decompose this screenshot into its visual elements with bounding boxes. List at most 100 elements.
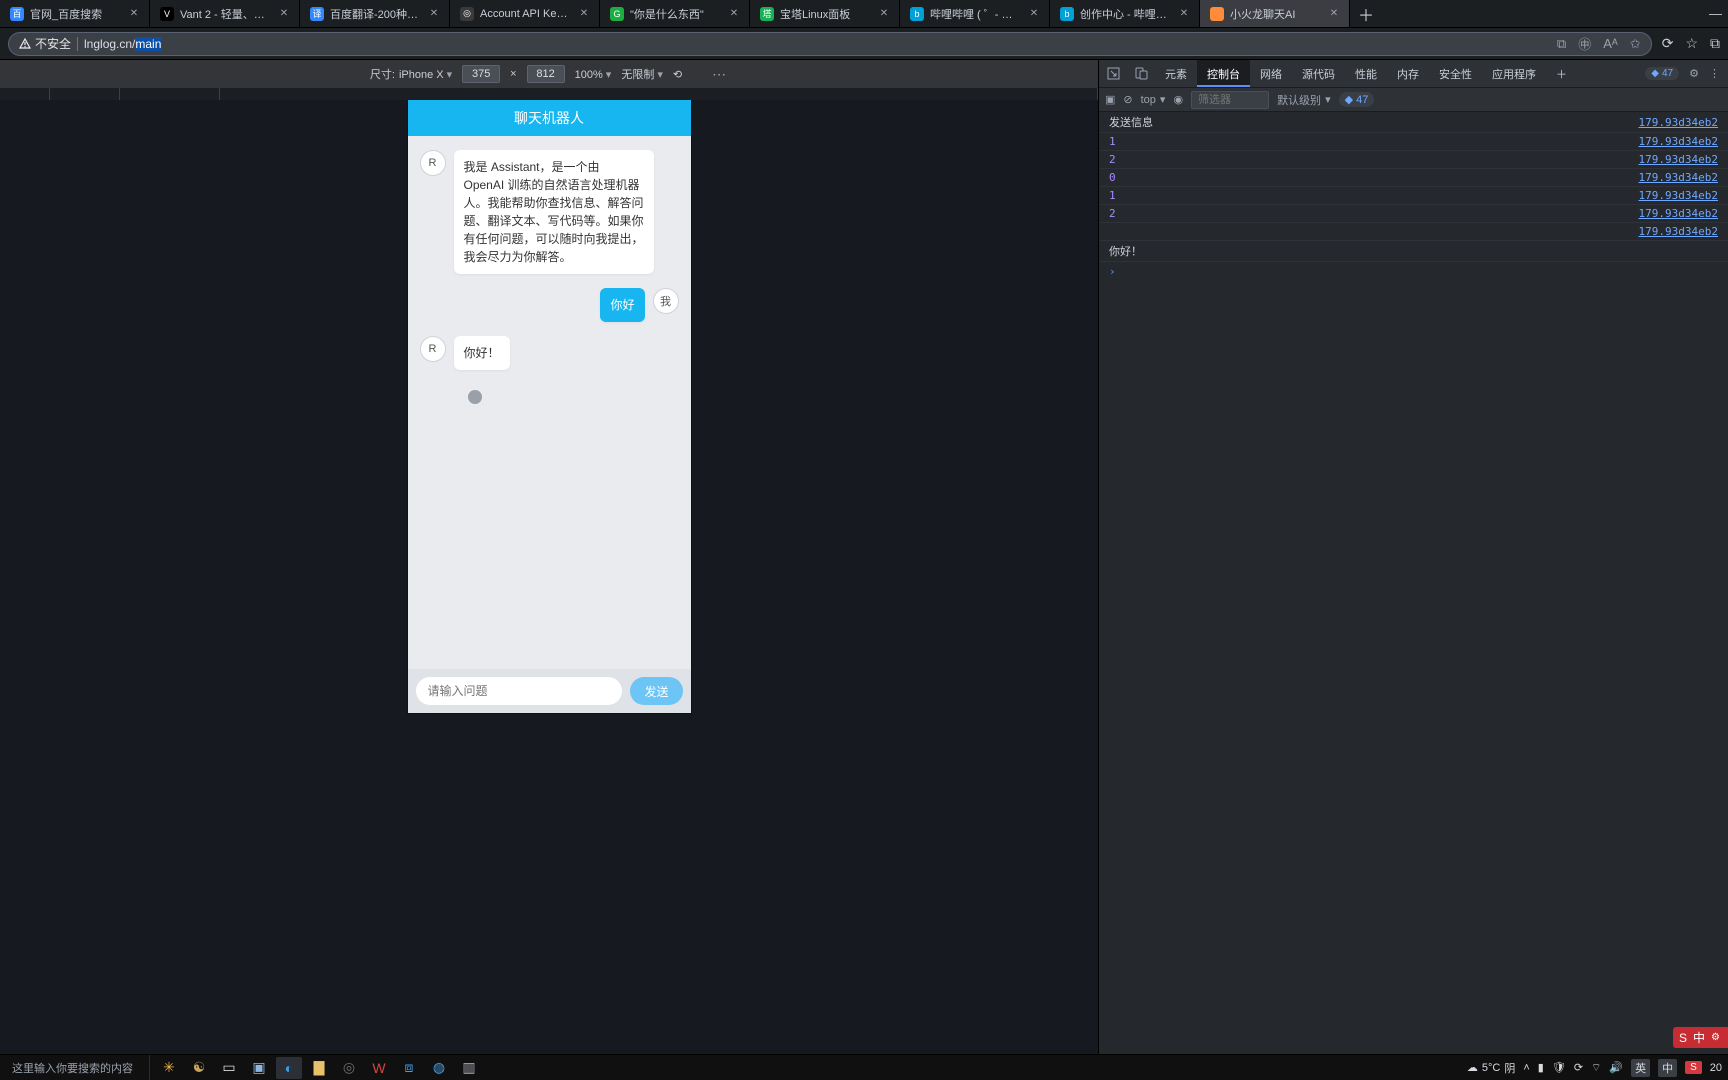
live-expr-icon[interactable]: ◉ (1173, 93, 1183, 106)
tray-shield-icon[interactable]: 🛡 (1552, 1061, 1566, 1074)
close-icon[interactable]: ✕ (727, 7, 741, 21)
device-height-input[interactable] (527, 65, 565, 83)
console-prompt[interactable]: › (1099, 262, 1728, 281)
chat-scroll[interactable]: R我是 Assistant，是一个由 OpenAI 训练的自然语言处理机器人。我… (408, 136, 691, 669)
device-width-input[interactable] (462, 65, 500, 83)
favorites-icon[interactable]: ✩ (1630, 36, 1641, 52)
wps-icon[interactable]: W (366, 1057, 392, 1079)
browser-tab[interactable]: ◎Account API Keys - Open✕ (450, 0, 600, 27)
favorites-bar-icon[interactable]: ☆ (1685, 35, 1698, 52)
close-icon[interactable]: ✕ (577, 7, 591, 21)
ime-sogou-icon[interactable]: S (1685, 1061, 1702, 1074)
log-source-link[interactable]: 179.93d34eb2 (1639, 116, 1718, 129)
toggle-device-icon[interactable] (1127, 67, 1155, 80)
refresh-icon[interactable]: ⟳ (1662, 35, 1674, 52)
close-icon[interactable]: ✕ (877, 7, 891, 21)
folder-icon[interactable]: ▇ (306, 1057, 332, 1079)
sidebar-toggle-icon[interactable]: ▣ (1105, 93, 1115, 106)
devtools-tab-应用程序[interactable]: 应用程序 (1482, 60, 1546, 87)
inspect-icon[interactable] (1099, 67, 1127, 80)
devtools-settings-icon[interactable]: ⚙ (1689, 67, 1699, 80)
taskbar-search[interactable]: 这里输入你要搜索的内容 (0, 1055, 150, 1080)
devtools-dock-icon[interactable]: ⋮ (1709, 67, 1720, 80)
browser-tab[interactable]: b创作中心 - 哔哩哔哩弹幕✕ (1050, 0, 1200, 27)
message-input[interactable] (416, 677, 623, 705)
window-min-icon[interactable]: — (1709, 6, 1722, 21)
workbench: 尺寸: iPhone X × 100% 无限制 ⟲ ⋯ 聊天机器人 R我是 As… (0, 60, 1728, 1054)
device-select[interactable]: iPhone X (399, 68, 452, 81)
more-tabs-button[interactable]: ＋ (1546, 60, 1577, 87)
ime-floating-pill[interactable]: S 中 ⚙ (1673, 1027, 1728, 1048)
devtools-tab-元素[interactable]: 元素 (1155, 60, 1197, 87)
devtools-tab-性能[interactable]: 性能 (1345, 60, 1387, 87)
tray-volume-icon[interactable]: 🔊 (1609, 1061, 1623, 1074)
browser-tab[interactable]: 塔宝塔Linux面板✕ (750, 0, 900, 27)
close-icon[interactable]: ✕ (1027, 7, 1041, 21)
close-icon[interactable]: ✕ (277, 7, 291, 21)
ime-lang-1[interactable]: 英 (1631, 1059, 1650, 1077)
devtools-tab-内存[interactable]: 内存 (1387, 60, 1429, 87)
browser-tab[interactable]: 小火龙聊天AI✕ (1200, 0, 1350, 27)
devtools-tab-源代码[interactable]: 源代码 (1292, 60, 1345, 87)
devtools-tab-安全性[interactable]: 安全性 (1429, 60, 1482, 87)
devtools-tab-网络[interactable]: 网络 (1250, 60, 1292, 87)
log-source-link[interactable]: 179.93d34eb2 (1639, 189, 1718, 202)
devtools-tab-控制台[interactable]: 控制台 (1197, 60, 1250, 87)
app-header: 聊天机器人 (408, 100, 691, 136)
log-text: 2 (1109, 153, 1116, 166)
device-toolbar-more-icon[interactable]: ⋯ (712, 66, 728, 83)
tray-wifi-icon[interactable]: ⌔ (1591, 1061, 1601, 1075)
tray-charge-icon[interactable]: ▮ (1538, 1061, 1544, 1074)
notepad-icon[interactable]: ▥ (456, 1057, 482, 1079)
ime-pill-gear-icon[interactable]: ⚙ (1711, 1032, 1720, 1043)
browser-tab[interactable]: VVant 2 - 轻量、可靠的移✕ (150, 0, 300, 27)
collections-icon[interactable]: ⧉ (1710, 35, 1720, 52)
log-source-link[interactable]: 179.93d34eb2 (1639, 225, 1718, 238)
taskview-icon[interactable]: ▭ (216, 1057, 242, 1079)
app-icon-3[interactable]: ◎ (336, 1057, 362, 1079)
log-level-select[interactable]: 默认级别 ▾ (1277, 92, 1331, 108)
chat-message: R我是 Assistant，是一个由 OpenAI 训练的自然语言处理机器人。我… (420, 150, 679, 274)
app-icon-4[interactable]: ◍ (426, 1057, 452, 1079)
close-icon[interactable]: ✕ (1177, 7, 1191, 21)
context-select[interactable]: top ▾ (1141, 93, 1166, 106)
filter-input[interactable] (1191, 91, 1269, 109)
ime-lang-2[interactable]: 中 (1658, 1059, 1677, 1077)
browser-tab[interactable]: G"你是什么东西"✕ (600, 0, 750, 27)
zoom-select[interactable]: 100% (575, 68, 612, 81)
rotate-icon[interactable]: ⟲ (673, 68, 682, 81)
vscode-icon[interactable]: ⧈ (396, 1057, 422, 1079)
clock-tail[interactable]: 20 (1710, 1062, 1722, 1074)
browser-tab-strip: 百官网_百度搜索✕VVant 2 - 轻量、可靠的移✕译百度翻译-200种语言互… (0, 0, 1728, 28)
omnibox-divider (77, 37, 78, 51)
device-toggle-icon[interactable]: ⧉ (1557, 36, 1566, 52)
log-source-link[interactable]: 179.93d34eb2 (1639, 153, 1718, 166)
new-tab-button[interactable]: ＋ (1350, 0, 1382, 27)
explorer-icon[interactable]: ▣ (246, 1057, 272, 1079)
close-icon[interactable]: ✕ (427, 7, 441, 21)
clear-console-icon[interactable]: ⊘ (1123, 93, 1132, 106)
omnibox[interactable]: 不安全 lnglog.cn/main ⧉ ㊥ Aᴬ ✩ (8, 32, 1652, 56)
translate-icon[interactable]: ㊥ (1578, 34, 1591, 53)
read-aloud-icon[interactable]: Aᴬ (1603, 36, 1618, 51)
log-source-link[interactable]: 179.93d34eb2 (1639, 207, 1718, 220)
weather-widget[interactable]: ☁ 5°C 阴 (1467, 1060, 1515, 1076)
log-source-link[interactable]: 179.93d34eb2 (1639, 135, 1718, 148)
app-icon-2[interactable]: ☯ (186, 1057, 212, 1079)
console-body[interactable]: 发送信息179.93d34eb21179.93d34eb22179.93d34e… (1099, 112, 1728, 1054)
log-source-link[interactable]: 179.93d34eb2 (1639, 171, 1718, 184)
throttling-select[interactable]: 无限制 (621, 66, 663, 82)
send-button[interactable]: 发送 (630, 677, 682, 705)
issues-badge[interactable]: ◆47 (1645, 67, 1679, 80)
browser-tab[interactable]: 百官网_百度搜索✕ (0, 0, 150, 27)
browser-tab[interactable]: 译百度翻译-200种语言互译✕ (300, 0, 450, 27)
close-icon[interactable]: ✕ (1327, 7, 1341, 21)
taskbar-search-placeholder: 这里输入你要搜索的内容 (12, 1060, 133, 1076)
app-icon-1[interactable]: ✳ (156, 1057, 182, 1079)
edge-icon[interactable]: ◐ (276, 1057, 302, 1079)
close-icon[interactable]: ✕ (127, 7, 141, 21)
browser-tab[interactable]: b哔哩哔哩 ( ゜- ゜)つロ 干✕ (900, 0, 1050, 27)
tray-chevron-icon[interactable]: ˄ (1523, 1062, 1529, 1074)
tray-sync-icon[interactable]: ⟳ (1574, 1061, 1583, 1074)
issue-filter-pill[interactable]: ◆ 47 (1339, 92, 1375, 107)
